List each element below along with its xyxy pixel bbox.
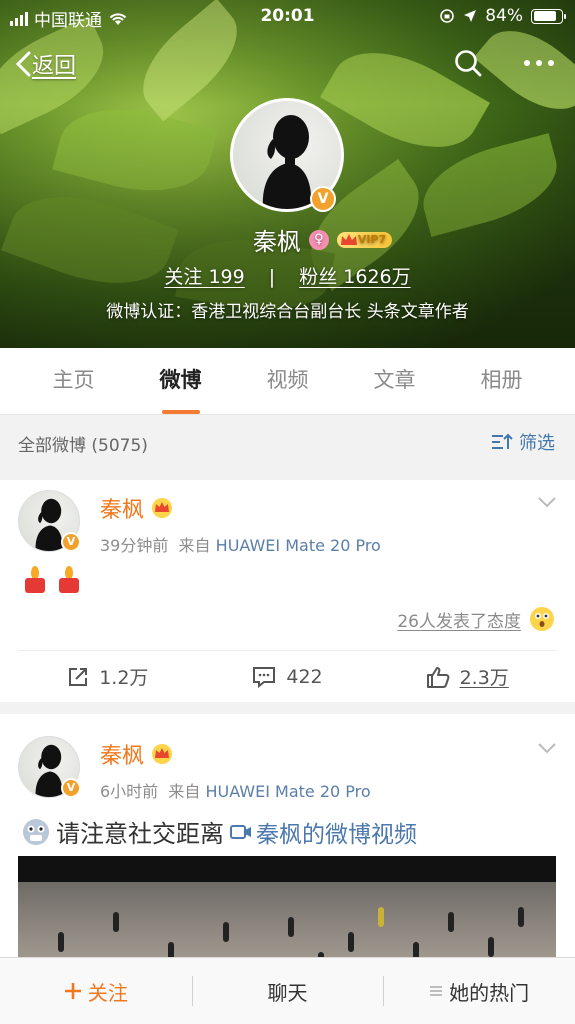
candle-emoji-icon	[25, 566, 45, 593]
filter-label: 筛选	[519, 433, 555, 454]
chat-button[interactable]: 聊天	[191, 976, 384, 1006]
status-bar: 中国联通 20:01 84%	[0, 0, 575, 34]
crown-icon	[152, 744, 173, 764]
video-camera-icon	[230, 824, 251, 839]
post-card[interactable]: V 秦枫 39分钟前 来自 HUAWEI Mate 20 Pro 26人发表了态…	[0, 480, 575, 702]
orientation-lock-icon	[440, 9, 455, 23]
surprised-emoji-icon	[530, 607, 554, 631]
comment-icon	[253, 666, 276, 688]
post-time: 39分钟前	[100, 536, 169, 555]
hot-label: 她的热门	[449, 980, 530, 1005]
verified-badge-icon: V	[310, 186, 336, 212]
post-count: 全部微博 (5075)	[18, 436, 148, 456]
reactions-summary[interactable]: 26人发表了态度	[397, 606, 555, 632]
post-meta: 6小时前 来自 HUAWEI Mate 20 Pro	[100, 778, 371, 802]
repost-button[interactable]: 1.2万	[18, 651, 198, 702]
follow-button[interactable]: 关注	[0, 976, 192, 1006]
post-source[interactable]: HUAWEI Mate 20 Pro	[205, 782, 370, 801]
tab-album[interactable]: 相册	[481, 364, 523, 398]
reactions-label: 26人发表了态度	[397, 611, 521, 632]
location-icon	[464, 10, 477, 22]
menu-icon	[430, 986, 443, 996]
female-icon: ♀	[308, 229, 329, 250]
profile-name: 秦枫	[252, 228, 301, 256]
counts-divider: |	[268, 266, 276, 288]
crown-icon	[152, 498, 173, 518]
hot-posts-button[interactable]: 她的热门	[383, 976, 575, 1006]
verification-text: 微博认证：香港卫视综合台副台长 头条文章作者	[106, 302, 469, 322]
following-link[interactable]: 关注 199	[164, 266, 244, 288]
post-author-name: 秦枫	[100, 744, 145, 769]
post-author[interactable]: 秦枫	[100, 492, 174, 524]
following-count: 199	[208, 266, 245, 288]
filter-icon	[492, 433, 513, 449]
post-author[interactable]: 秦枫	[100, 738, 174, 770]
filter-bar: 全部微博 (5075) 筛选	[0, 414, 575, 468]
followers-link[interactable]: 粉丝 1626万	[299, 266, 410, 288]
followers-count: 1626万	[343, 266, 411, 288]
repost-icon	[69, 667, 88, 686]
mask-emoji-icon	[23, 818, 49, 845]
follow-counts: 关注 199 | 粉丝 1626万	[0, 262, 575, 289]
like-count: 2.3万	[459, 667, 509, 689]
chevron-down-icon[interactable]	[537, 742, 557, 754]
tab-home[interactable]: 主页	[53, 364, 95, 398]
chevron-down-icon[interactable]	[537, 496, 557, 508]
back-label: 返回	[32, 54, 77, 79]
source-prefix: 来自	[178, 536, 211, 555]
comment-count: 422	[286, 665, 323, 688]
profile-page: 中国联通 20:01 84% 返回 V 秦枫 ♀ VIP7 关注 199 | 粉…	[0, 0, 575, 1024]
post-text: 请注意社交距离	[56, 820, 224, 848]
tab-articles[interactable]: 文章	[374, 364, 416, 398]
chevron-left-icon	[15, 51, 31, 77]
post-content	[22, 564, 82, 594]
battery-percent: 84%	[485, 6, 523, 26]
verified-badge-icon: V	[61, 532, 81, 552]
filter-button[interactable]: 筛选	[491, 429, 555, 455]
post-time: 6小时前	[100, 782, 159, 801]
following-label: 关注	[164, 266, 203, 288]
post-actions: 1.2万 422 2.3万	[18, 650, 557, 702]
profile-tabs: 主页 微博 视频 文章 相册	[0, 348, 575, 414]
tab-weibo[interactable]: 微博	[160, 364, 202, 398]
tab-video[interactable]: 视频	[267, 364, 309, 398]
post-source[interactable]: HUAWEI Mate 20 Pro	[216, 536, 381, 555]
search-icon[interactable]	[453, 48, 483, 78]
like-button[interactable]: 2.3万	[377, 651, 557, 702]
candle-emoji-icon	[59, 566, 79, 593]
post-author-name: 秦枫	[100, 498, 145, 523]
more-icon[interactable]	[523, 59, 555, 67]
plus-icon	[64, 983, 81, 999]
navbar: 返回	[0, 44, 575, 88]
verified-badge-icon: V	[61, 778, 81, 798]
profile-avatar[interactable]: V	[230, 98, 344, 212]
crown-icon	[340, 233, 357, 245]
profile-header: 中国联通 20:01 84% 返回 V 秦枫 ♀ VIP7 关注 199 | 粉…	[0, 0, 575, 348]
source-prefix: 来自	[168, 782, 201, 801]
battery-icon	[531, 8, 566, 24]
back-button[interactable]: 返回	[14, 48, 76, 80]
bottom-action-bar: 关注 聊天 她的热门	[0, 957, 575, 1024]
thumbs-up-icon	[426, 666, 449, 688]
post-meta: 39分钟前 来自 HUAWEI Mate 20 Pro	[100, 532, 381, 556]
vip-label: VIP7	[357, 233, 387, 246]
vip-badge[interactable]: VIP7	[336, 231, 393, 248]
video-link[interactable]: 秦枫的微博视频	[230, 815, 417, 849]
video-link-label: 秦枫的微博视频	[256, 821, 417, 848]
chat-label: 聊天	[267, 980, 308, 1005]
follow-label: 关注	[87, 980, 128, 1005]
repost-count: 1.2万	[99, 667, 149, 689]
post-content: 请注意社交距离 秦枫的微博视频	[22, 814, 417, 849]
followers-label: 粉丝	[299, 266, 338, 288]
comment-button[interactable]: 422	[198, 651, 378, 702]
